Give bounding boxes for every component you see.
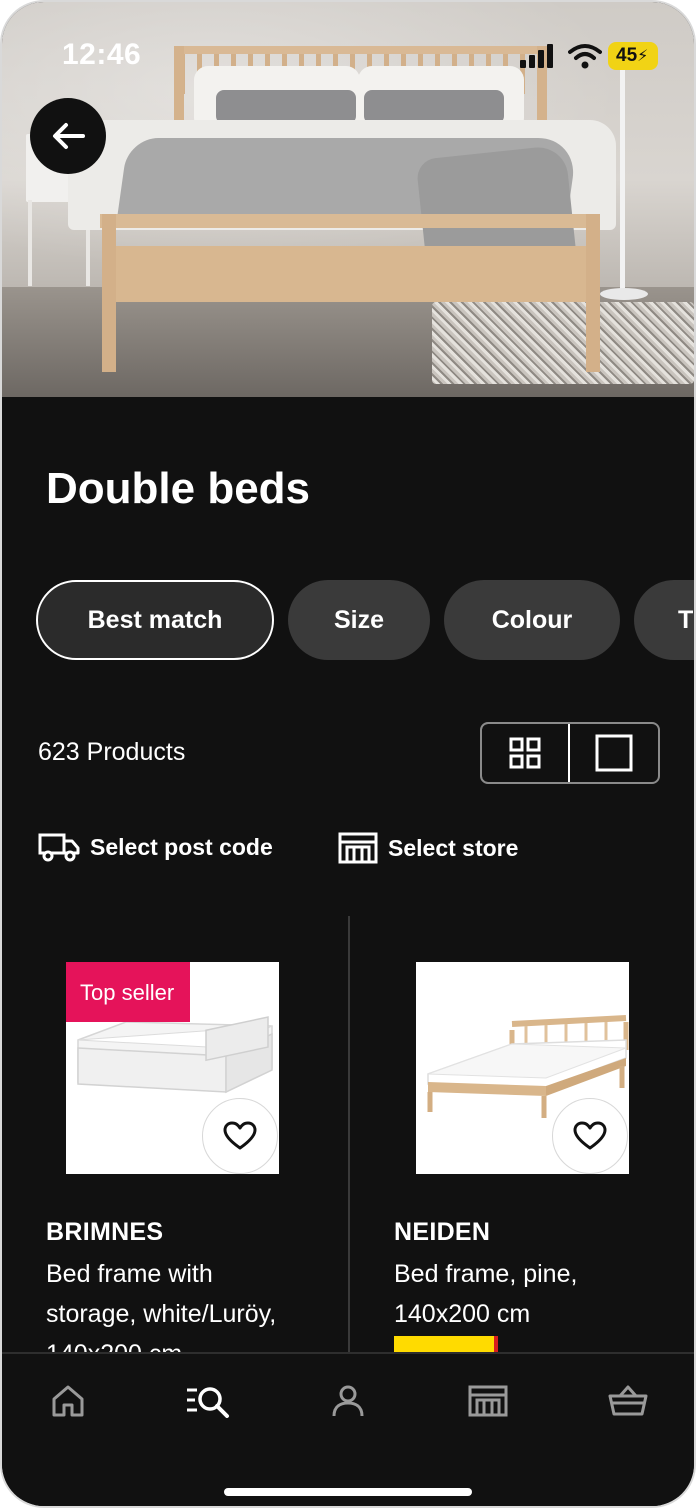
- select-store-label: Select store: [388, 834, 519, 861]
- heart-icon: [573, 1121, 607, 1150]
- tab-profile[interactable]: [318, 1376, 378, 1426]
- select-post-code-button[interactable]: Select post code: [38, 832, 273, 862]
- tab-stores[interactable]: [458, 1376, 518, 1426]
- chip-colour[interactable]: Colour: [444, 580, 620, 660]
- chip-best-match[interactable]: Best match: [36, 580, 274, 660]
- product-description: Bed frame, pine, 140x200 cm: [394, 1254, 577, 1334]
- select-post-code-label: Select post code: [90, 833, 273, 860]
- store-icon: [338, 832, 378, 864]
- product-description-line: Bed frame with: [46, 1260, 213, 1288]
- product-description-line: 140x200 cm: [394, 1300, 531, 1328]
- profile-icon: [332, 1385, 364, 1417]
- product-image-neiden[interactable]: [416, 962, 629, 1174]
- battery-level: 45: [616, 45, 638, 66]
- tab-basket[interactable]: [598, 1376, 658, 1426]
- top-seller-badge: Top seller: [66, 962, 191, 1022]
- signal-icon: [520, 44, 558, 68]
- wifi-icon: [568, 44, 602, 69]
- arrow-left-icon: [53, 123, 85, 149]
- app-screen: 12:46 45⚡ Double beds Best match Size Co…: [2, 2, 694, 1506]
- view-toggle: [480, 722, 660, 784]
- filter-chips: Best match Size Colour T: [36, 580, 694, 664]
- status-time: 12:46: [62, 38, 142, 71]
- product-count: 623 Products: [38, 738, 186, 766]
- chip-type[interactable]: T: [634, 580, 694, 660]
- product-name[interactable]: BRIMNES: [46, 1218, 163, 1247]
- page-title: Double beds: [46, 464, 311, 513]
- tab-search[interactable]: [178, 1376, 238, 1426]
- status-bar: 12:46 45⚡: [2, 2, 694, 102]
- grid-icon: [509, 737, 541, 769]
- search-icon: [187, 1387, 229, 1418]
- favorite-button[interactable]: [202, 1098, 278, 1174]
- product-description-line: Bed frame, pine,: [394, 1260, 578, 1288]
- grid-view-button[interactable]: [482, 724, 571, 782]
- back-button[interactable]: [30, 98, 106, 174]
- column-divider: [348, 916, 350, 1356]
- chip-size[interactable]: Size: [288, 580, 430, 660]
- battery-indicator: 45⚡: [608, 42, 658, 70]
- heart-icon: [223, 1121, 257, 1150]
- basket-icon: [608, 1385, 648, 1416]
- home-indicator[interactable]: [224, 1488, 472, 1496]
- square-icon: [595, 734, 633, 772]
- charging-icon: ⚡: [637, 48, 649, 65]
- product-image-brimnes[interactable]: Top seller: [66, 962, 279, 1174]
- tab-home[interactable]: [38, 1376, 98, 1426]
- single-view-button[interactable]: [570, 724, 658, 782]
- store-icon: [468, 1385, 508, 1417]
- bottom-tab-bar: [2, 1352, 694, 1506]
- truck-icon: [38, 833, 80, 862]
- favorite-button[interactable]: [552, 1098, 628, 1174]
- product-name[interactable]: NEIDEN: [394, 1218, 490, 1247]
- select-store-button[interactable]: Select store: [338, 832, 518, 864]
- product-description-line: storage, white/Luröy,: [46, 1300, 277, 1328]
- home-icon: [52, 1385, 84, 1417]
